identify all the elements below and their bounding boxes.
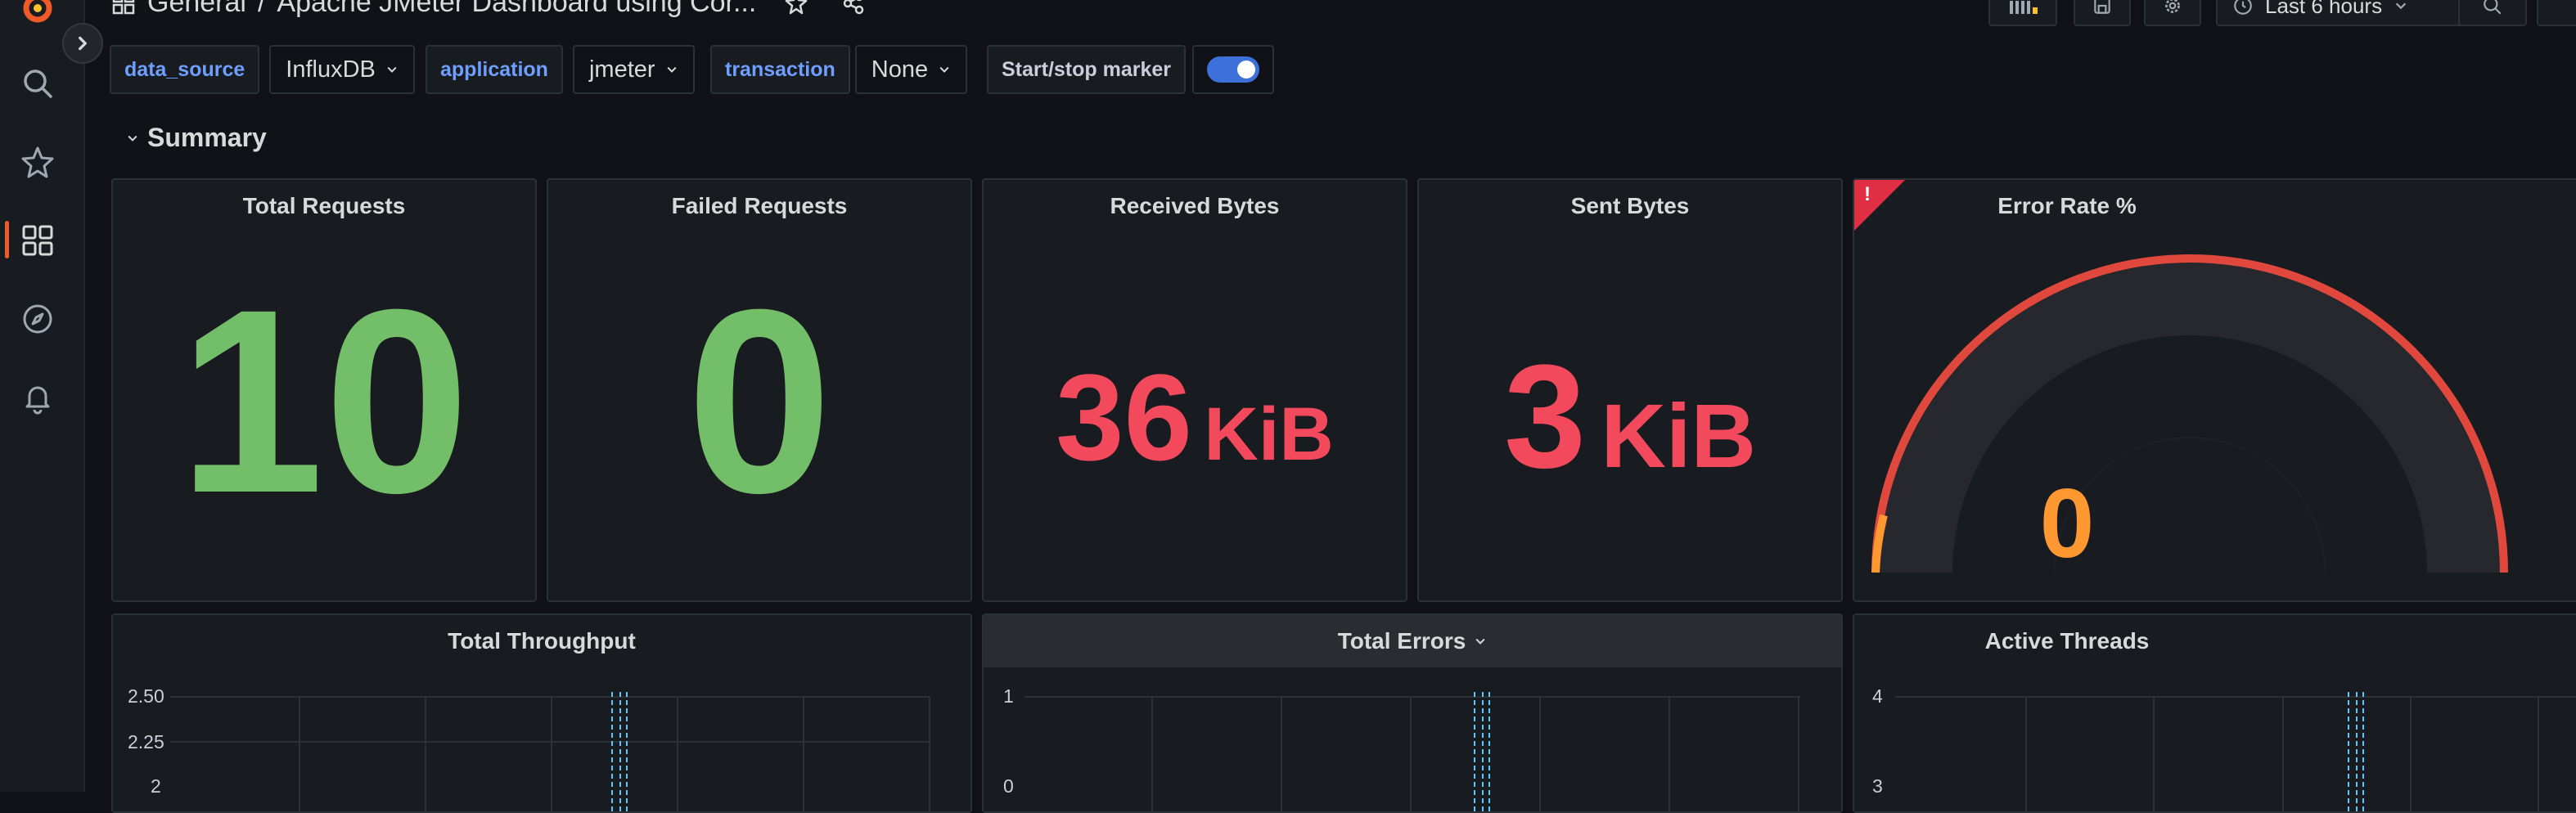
panel-title: Sent Bytes	[1570, 193, 1690, 218]
threads-graph	[1895, 692, 2576, 811]
variable-label: data_source	[110, 45, 260, 94]
panel-sent-bytes[interactable]: Sent Bytes 3 KiB	[1417, 178, 1843, 602]
stat-value: 36	[1056, 348, 1192, 486]
zoom-out-button[interactable]	[2458, 0, 2527, 26]
add-panel-button[interactable]	[1988, 0, 2057, 26]
variable-start-stop-marker: Start/stop marker	[987, 45, 1275, 94]
star-icon[interactable]	[784, 0, 808, 16]
panel-failed-requests[interactable]: Failed Requests 0	[547, 178, 972, 602]
transaction-select[interactable]: None	[854, 45, 968, 94]
panel-total-requests[interactable]: Total Requests 10	[111, 178, 537, 602]
time-range-label: Last 6 hours	[2265, 0, 2383, 18]
toggle-label: Start/stop marker	[987, 45, 1187, 94]
variable-transaction: transaction None	[710, 45, 968, 94]
dashboard-settings-button[interactable]	[2144, 0, 2201, 26]
start-stop-marker-toggle[interactable]	[1192, 45, 1275, 94]
clock-icon	[2234, 0, 2252, 15]
chevron-down-icon	[128, 135, 137, 141]
stat-value: 10	[178, 254, 470, 547]
row-title: Summary	[147, 123, 267, 152]
starred-icon[interactable]	[18, 142, 57, 182]
chevron-down-icon	[387, 66, 397, 73]
save-icon	[2094, 0, 2110, 14]
select-value: None	[871, 56, 929, 83]
stat-unit: KiB	[1601, 386, 1756, 487]
share-icon[interactable]	[841, 0, 866, 16]
breadcrumb-folder[interactable]: General	[147, 0, 246, 19]
stat-value-group: 3 KiB	[1419, 344, 1841, 537]
zoom-out-icon	[2484, 0, 2502, 15]
breadcrumb: General / Apache JMeter Dashboard using …	[111, 0, 866, 19]
panel-total-throughput[interactable]: Total Throughput 2.50 2.25 2	[111, 613, 972, 813]
panel-title: Failed Requests	[671, 193, 848, 218]
toggle-track	[1207, 56, 1260, 83]
application-select[interactable]: jmeter	[572, 45, 695, 94]
time-range-picker[interactable]: Last 6 hours	[2216, 0, 2475, 26]
select-value: InfluxDB	[286, 56, 376, 83]
panel-title: Total Requests	[242, 193, 406, 218]
alerting-bell-icon[interactable]	[18, 378, 57, 417]
variable-label: transaction	[710, 45, 850, 94]
active-indicator	[5, 221, 9, 258]
throughput-graph	[170, 692, 930, 811]
data-source-select[interactable]: InfluxDB	[269, 45, 415, 94]
dashboard-grid-icon	[112, 0, 135, 14]
panel-active-threads[interactable]: Active Threads 4 3	[1853, 613, 2576, 813]
chevron-down-icon	[939, 66, 949, 73]
stat-value: 0	[687, 254, 832, 547]
variable-label: application	[426, 45, 563, 94]
save-dashboard-button[interactable]	[2074, 0, 2131, 26]
errors-graph	[1025, 692, 1800, 811]
panel-title: Received Bytes	[1110, 193, 1280, 218]
sidebar	[0, 0, 85, 792]
variable-application: application jmeter	[426, 45, 695, 94]
stat-unit: KiB	[1204, 393, 1334, 476]
search-icon[interactable]	[18, 64, 57, 103]
panel-received-bytes[interactable]: Received Bytes 36 KiB	[982, 178, 1407, 602]
breadcrumb-separator: /	[257, 0, 266, 18]
chevron-down-icon	[667, 66, 677, 73]
grafana-logo-icon[interactable]	[18, 0, 57, 28]
dashboard-title[interactable]: Apache JMeter Dashboard using Cor...	[277, 0, 756, 19]
refresh-button[interactable]	[2537, 0, 2576, 26]
stat-value: 3	[1503, 335, 1587, 499]
toggle-knob	[1237, 61, 1256, 79]
chevron-right-icon	[79, 36, 87, 51]
select-value: jmeter	[588, 56, 655, 83]
chevron-down-icon	[2395, 2, 2407, 10]
explore-icon[interactable]	[18, 299, 57, 339]
stat-value-group: 36 KiB	[984, 352, 1406, 522]
variable-data-source: data_source InfluxDB	[110, 45, 415, 94]
gauge-value: 0	[2039, 469, 2095, 578]
gear-icon	[2165, 0, 2180, 13]
dashboards-icon[interactable]	[18, 221, 57, 260]
expand-sidebar-button[interactable]	[62, 23, 103, 64]
panel-error-rate[interactable]: ! Error Rate % 0	[1853, 178, 2576, 602]
panel-total-errors[interactable]: Total Errors 1 0	[982, 613, 1843, 813]
add-panel-icon	[2010, 1, 2038, 14]
row-summary-header[interactable]: Summary	[126, 123, 267, 153]
top-navbar: General / Apache JMeter Dashboard using …	[83, 0, 2576, 25]
